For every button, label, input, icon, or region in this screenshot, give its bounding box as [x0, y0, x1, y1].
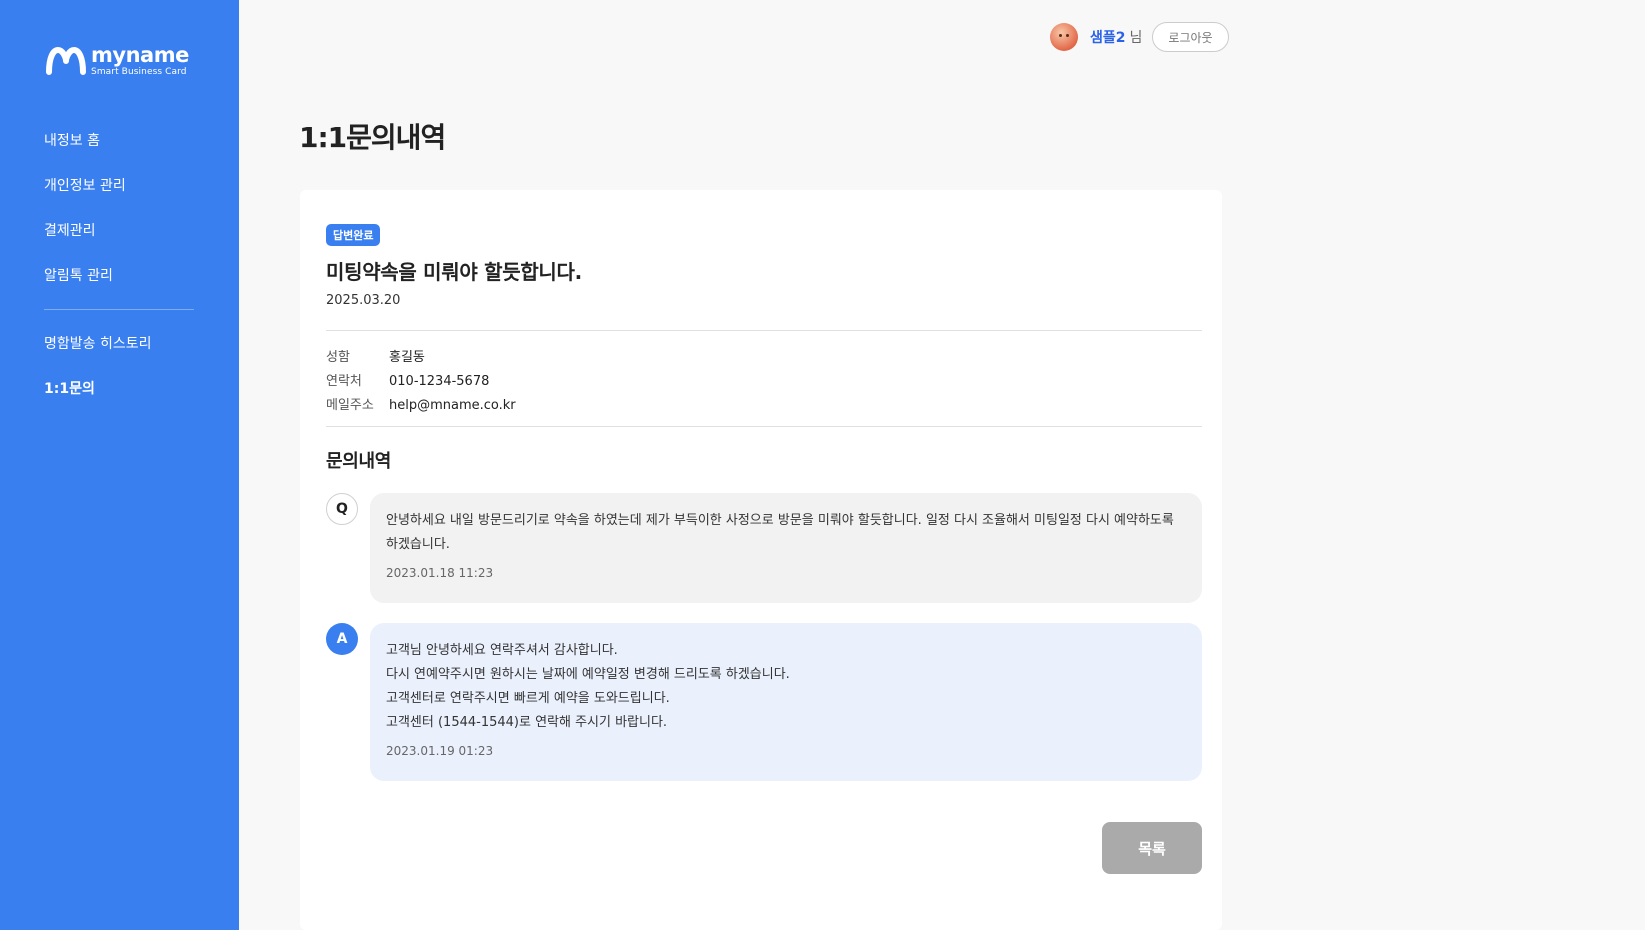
avatar — [1050, 23, 1078, 51]
inquiry-subject: 미팅약속을 미뤄야 할듯합니다. — [326, 260, 582, 284]
info-label: 연락처 — [326, 374, 362, 389]
list-button[interactable]: 목록 — [1102, 822, 1202, 874]
username-suffix: 님 — [1129, 30, 1143, 46]
sidebar-item-card-history[interactable]: 명함발송 히스토리 — [44, 332, 194, 377]
info-label: 성함 — [326, 350, 350, 365]
divider — [326, 330, 1202, 331]
divider — [326, 426, 1202, 427]
myname-logo-icon — [46, 47, 86, 75]
status-badge: 답변완료 — [326, 224, 381, 246]
answer-time: 2023.01.19 01:23 — [386, 744, 494, 758]
info-row-email: 메일주소 help@mname.co.kr — [326, 394, 1202, 418]
answer-line: 고객센터로 연락주시면 빠르게 예약을 도와드립니다. — [386, 691, 670, 706]
info-value: 홍길동 — [389, 350, 425, 365]
question-bubble: 안녕하세요 내일 방문드리기로 약속을 하였는데 제가 부득이한 사정으로 방문… — [370, 493, 1202, 603]
answer-line: 고객님 안녕하세요 연락주셔서 감사합니다. — [386, 643, 618, 658]
answer-line: 고객센터 (1544-1544)로 연락해 주시기 바랍니다. — [386, 715, 668, 730]
section-title: 문의내역 — [326, 451, 392, 472]
info-value: help@mname.co.kr — [389, 398, 516, 413]
sidebar: myname Smart Business Card 내정보 홈 개인정보 관리… — [0, 0, 239, 930]
sidebar-nav: 내정보 홈 개인정보 관리 결제관리 알림톡 관리 명함발송 히스토리 1:1문… — [44, 129, 194, 422]
question-marker-icon: Q — [326, 493, 358, 525]
brand-name: myname — [91, 43, 189, 67]
sidebar-item-my-home[interactable]: 내정보 홈 — [44, 129, 194, 174]
answer-marker-icon: A — [326, 623, 358, 655]
contact-info: 성함 홍길동 연락처 010-1234-5678 메일주소 help@mname… — [326, 346, 1202, 418]
info-row-phone: 연락처 010-1234-5678 — [326, 370, 1202, 394]
page-title: 1:1문의내역 — [299, 121, 446, 154]
inquiry-detail-card: 답변완료 미팅약속을 미뤄야 할듯합니다. 2025.03.20 성함 홍길동 … — [300, 190, 1222, 930]
sidebar-item-inquiry[interactable]: 1:1문의 — [44, 377, 194, 422]
sidebar-item-payment[interactable]: 결제관리 — [44, 219, 194, 264]
info-value: 010-1234-5678 — [389, 374, 490, 389]
sidebar-item-alimtalk[interactable]: 알림톡 관리 — [44, 264, 194, 309]
info-row-name: 성함 홍길동 — [326, 346, 1202, 370]
info-label: 메일주소 — [326, 398, 374, 413]
username: 샘플2 — [1090, 30, 1126, 46]
logout-button[interactable]: 로그아웃 — [1152, 22, 1229, 52]
answer-bubble: 고객님 안녕하세요 연락주셔서 감사합니다. 다시 연예약주시면 원하시는 날짜… — [370, 623, 1202, 781]
brand-logo[interactable]: myname Smart Business Card — [45, 44, 189, 78]
answer-line: 다시 연예약주시면 원하시는 날짜에 예약일정 변경해 드리도록 하겠습니다. — [386, 667, 790, 682]
sidebar-divider — [44, 309, 194, 310]
question-time: 2023.01.18 11:23 — [386, 566, 494, 580]
question-text: 안녕하세요 내일 방문드리기로 약속을 하였는데 제가 부득이한 사정으로 방문… — [386, 513, 1174, 552]
answer-row: A 고객님 안녕하세요 연락주셔서 감사합니다. 다시 연예약주시면 원하시는 … — [326, 623, 1202, 781]
top-user-bar: 샘플2 님 로그아웃 — [1050, 22, 1229, 52]
inquiry-date: 2025.03.20 — [326, 293, 401, 308]
brand-tagline: Smart Business Card — [91, 67, 187, 77]
sidebar-item-personal-info[interactable]: 개인정보 관리 — [44, 174, 194, 219]
question-row: Q 안녕하세요 내일 방문드리기로 약속을 하였는데 제가 부득이한 사정으로 … — [326, 493, 1202, 603]
